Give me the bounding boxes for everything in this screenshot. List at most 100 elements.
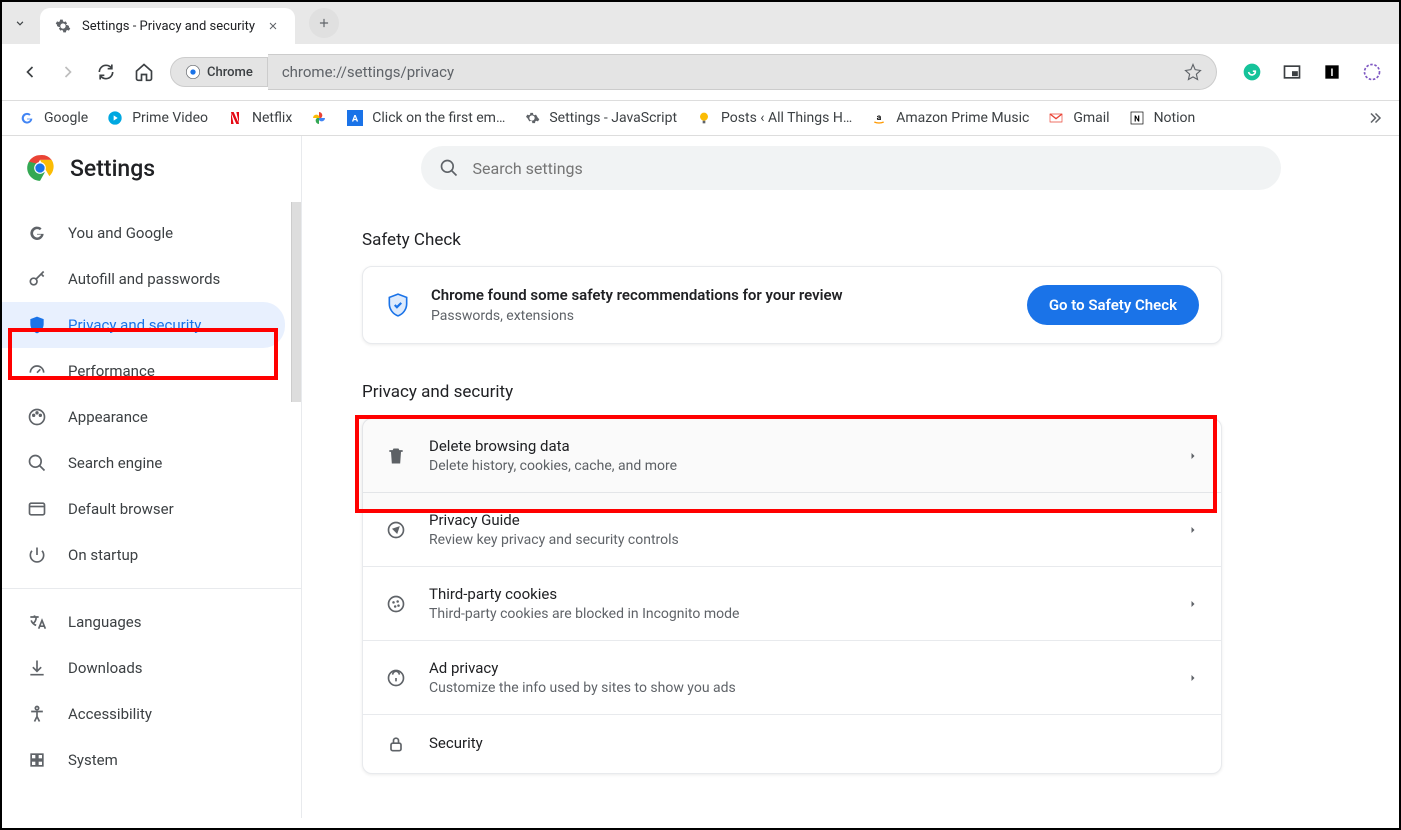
active-tab[interactable]: Settings - Privacy and security — [40, 8, 295, 44]
svg-text:A: A — [352, 113, 359, 124]
sidebar-header: Settings — [2, 136, 301, 200]
row-delete-browsing-data[interactable]: Delete browsing dataDelete history, cook… — [363, 419, 1221, 493]
row-subtitle: Delete history, cookies, cache, and more — [429, 458, 1165, 474]
sidebar-item-label: Downloads — [68, 659, 143, 677]
row-privacy-guide[interactable]: Privacy Guide Review key privacy and secu… — [363, 493, 1221, 567]
sidebar-item-downloads[interactable]: Downloads — [2, 645, 301, 691]
speed-icon — [26, 360, 48, 382]
sidebar-item-accessibility[interactable]: Accessibility — [2, 691, 301, 737]
sidebar-item-label: Search engine — [68, 454, 162, 472]
safety-check-heading: Safety Check — [362, 230, 1339, 250]
bookmark-label: Click on the first em… — [372, 110, 505, 126]
tab-search-dropdown[interactable] — [8, 11, 32, 35]
cookie-icon — [385, 593, 407, 615]
sidebar-item-search-engine[interactable]: Search engine — [2, 440, 301, 486]
address-bar[interactable]: chrome://settings/privacy — [268, 54, 1217, 90]
new-tab-button[interactable] — [309, 8, 339, 38]
sidebar-list: You and Google Autofill and passwords Pr… — [2, 200, 301, 816]
home-button[interactable] — [132, 60, 156, 84]
sidebar-item-you-and-google[interactable]: You and Google — [2, 210, 301, 256]
grammarly-icon[interactable] — [1241, 61, 1263, 83]
bookmarks-overflow[interactable] — [1365, 109, 1383, 127]
chevron-right-icon — [1187, 450, 1199, 462]
sidebar-item-system[interactable]: System — [2, 737, 301, 783]
extension-icons: I — [1231, 61, 1383, 83]
bookmark-google[interactable]: Google — [18, 109, 88, 127]
instapaper-icon[interactable]: I — [1321, 61, 1343, 83]
lock-icon — [385, 733, 407, 755]
sidebar-item-performance[interactable]: Performance — [2, 348, 301, 394]
privacy-security-heading: Privacy and security — [362, 382, 1339, 402]
reload-button[interactable] — [94, 60, 118, 84]
forward-button[interactable] — [56, 60, 80, 84]
bookmark-star-icon[interactable] — [1184, 63, 1202, 81]
bookmark-settings-js[interactable]: Settings - JavaScript — [523, 109, 677, 127]
address-url: chrome://settings/privacy — [282, 63, 454, 81]
bookmark-label: Notion — [1154, 110, 1196, 126]
tab-title: Settings - Privacy and security — [82, 19, 255, 34]
bookmark-amazon-music[interactable]: a Amazon Prime Music — [870, 109, 1029, 127]
bookmark-netflix[interactable]: Netflix — [226, 109, 292, 127]
close-icon[interactable] — [265, 18, 281, 34]
row-subtitle: Review key privacy and security controls — [429, 532, 1165, 548]
bookmark-click-first[interactable]: A Click on the first em… — [346, 109, 505, 127]
sidebar-item-label: Default browser — [68, 500, 174, 518]
row-title: Privacy Guide — [429, 511, 1165, 529]
bookmark-label: Amazon Prime Music — [896, 110, 1029, 126]
sidebar-item-label: Appearance — [68, 408, 148, 426]
row-title: Ad privacy — [429, 659, 1165, 677]
privacy-list: Delete browsing dataDelete history, cook… — [362, 418, 1222, 774]
trash-icon — [385, 445, 407, 467]
sidebar-item-appearance[interactable]: Appearance — [2, 394, 301, 440]
pip-icon[interactable] — [1281, 61, 1303, 83]
back-button[interactable] — [18, 60, 42, 84]
settings-title: Settings — [70, 155, 155, 182]
play-icon — [106, 109, 124, 127]
safety-check-title: Chrome found some safety recommendations… — [431, 286, 1007, 304]
sidebar-item-on-startup[interactable]: On startup — [2, 532, 301, 578]
search-settings[interactable] — [421, 146, 1281, 190]
site-chip[interactable]: Chrome — [170, 57, 268, 87]
row-third-party-cookies[interactable]: Third-party cookiesThird-party cookies a… — [363, 567, 1221, 641]
row-title: Security — [429, 734, 1199, 752]
settings-sidebar: Settings You and Google Autofill and pas… — [2, 136, 302, 818]
bookmarks-bar: Google Prime Video Netflix A Click on the… — [2, 101, 1399, 136]
language-icon — [26, 611, 48, 633]
search-settings-input[interactable] — [473, 159, 1263, 178]
address-bar-wrap: Chrome chrome://settings/privacy — [170, 54, 1217, 90]
photos-icon — [310, 109, 328, 127]
sidebar-item-label: Languages — [68, 613, 142, 631]
sidebar-scrollbar[interactable] — [291, 202, 301, 402]
browser-icon — [26, 498, 48, 520]
sidebar-item-autofill[interactable]: Autofill and passwords — [2, 256, 301, 302]
bookmark-photos[interactable] — [310, 109, 328, 127]
sidebar-item-label: You and Google — [68, 224, 173, 242]
row-ad-privacy[interactable]: Ad privacyCustomize the info used by sit… — [363, 641, 1221, 715]
system-icon — [26, 749, 48, 771]
notion-icon: N — [1128, 109, 1146, 127]
gmail-icon — [1047, 109, 1065, 127]
row-security[interactable]: Security — [363, 715, 1221, 773]
svg-text:a: a — [877, 113, 882, 123]
sidebar-item-label: Privacy and security — [68, 316, 201, 334]
sidebar-item-languages[interactable]: Languages — [2, 599, 301, 645]
bookmark-gmail[interactable]: Gmail — [1047, 109, 1109, 127]
bookmark-notion[interactable]: N Notion — [1128, 109, 1196, 127]
compass-icon — [385, 519, 407, 541]
gear-icon — [54, 17, 72, 35]
sidebar-item-default-browser[interactable]: Default browser — [2, 486, 301, 532]
extension-misc-icon[interactable] — [1361, 61, 1383, 83]
shield-check-icon — [385, 292, 411, 318]
bookmark-label: Prime Video — [132, 110, 208, 126]
sidebar-item-label: Accessibility — [68, 705, 152, 723]
bookmark-prime-video[interactable]: Prime Video — [106, 109, 208, 127]
tab-strip: Settings - Privacy and security — [2, 2, 1399, 44]
sidebar-item-label: System — [68, 751, 118, 769]
bookmark-label: Gmail — [1073, 110, 1109, 126]
chrome-logo-icon — [26, 154, 54, 182]
row-subtitle: Third-party cookies are blocked in Incog… — [429, 606, 1165, 622]
sidebar-item-privacy[interactable]: Privacy and security — [2, 302, 285, 348]
go-to-safety-check-button[interactable]: Go to Safety Check — [1027, 285, 1199, 325]
bookmark-posts[interactable]: Posts ‹ All Things H… — [695, 109, 852, 127]
nav-bar: Chrome chrome://settings/privacy I — [2, 44, 1399, 101]
